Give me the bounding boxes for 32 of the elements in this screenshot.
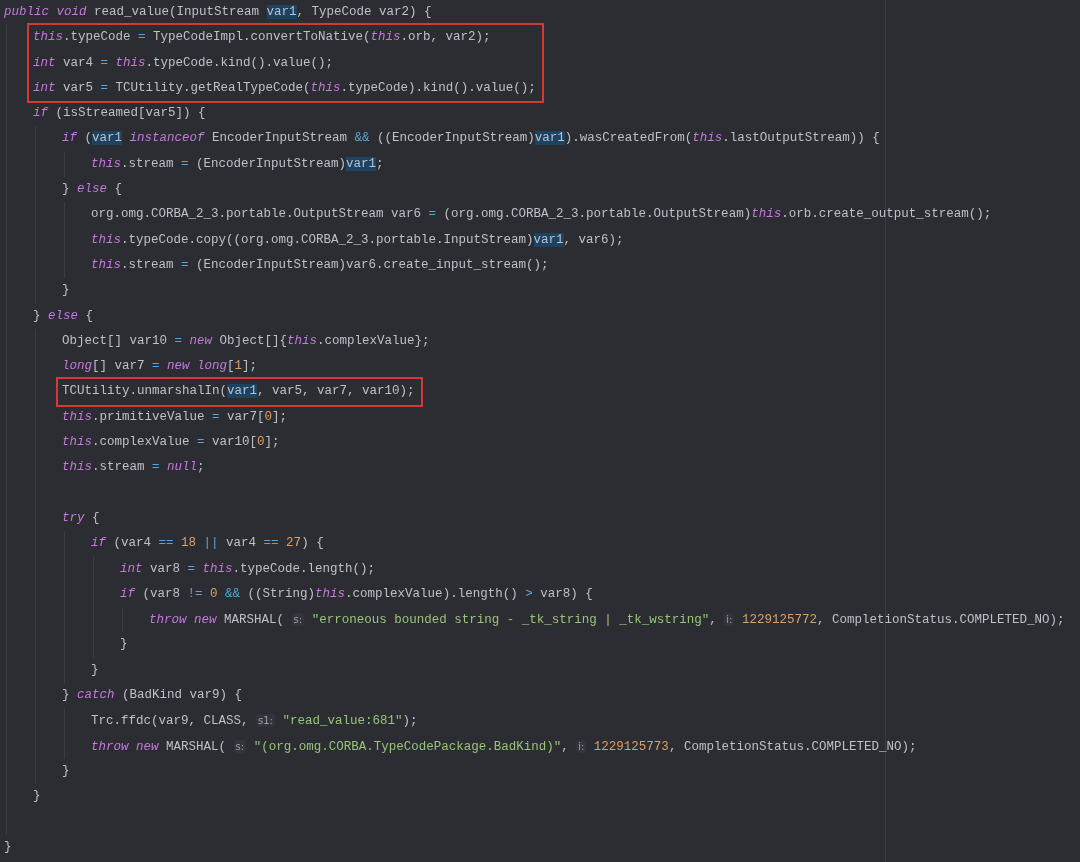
code-line: this.stream = (EncoderInputStream)var1; (91, 155, 384, 173)
code-line: this.typeCode = TypeCodeImpl.convertToNative(this.orb, var2); (33, 29, 491, 47)
code-line: } (33, 788, 41, 806)
code-line: } else { (33, 307, 94, 325)
code-line: int var4 = this.typeCode.kind().value(); (33, 54, 334, 72)
code-line: if (isStreamed[var5]) { (33, 105, 206, 123)
code-line: Object[] var10 = new Object[]{this.complexValue}; (62, 332, 430, 350)
code-line: this.stream = (EncoderInputStream)var6.create_input_stream(); (91, 256, 549, 274)
code-line: } (62, 282, 70, 300)
code-line: } (4, 838, 12, 856)
code-line: Trc.ffdc(var9, CLASS, s1: "read_value:681"); (91, 713, 418, 731)
code-line: } catch (BadKind var9) { (62, 687, 243, 704)
code-line: } else { (62, 181, 123, 199)
code-line: if (var4 == 18 || var4 == 27) { (91, 535, 324, 553)
code-line: public void read_value(InputStream var1, TypeCode var2) { (4, 4, 432, 21)
code-line: if (var8 != 0 && ((String)this.complexValue).length() > var8) { (120, 585, 593, 603)
code-line: org.omg.CORBA_2_3.portable.OutputStream var6 = (org.omg.CORBA_2_3.portable.OutputStream)this.orb.create_output_stream(); (91, 206, 992, 224)
code-line: try { (62, 509, 100, 527)
code-line: this.primitiveValue = var7[0]; (62, 408, 288, 426)
code-line: } (120, 636, 128, 654)
code-line: int var5 = TCUtility.getRealTypeCode(this.typeCode).kind().value(); (33, 79, 536, 97)
code-line: TCUtility.unmarshalIn(var1, var5, var7, var10); (62, 383, 415, 401)
code-line: this.stream = null; (62, 459, 205, 477)
code-line: throw new MARSHAL( s: "erroneous bounded string - _tk_string | _tk_wstring", i: 1229125772, CompletionStatus.COMPLETED_NO); (149, 612, 1065, 630)
code-line: long[] var7 = new long[1]; (62, 358, 258, 376)
code-line: this.typeCode.copy((org.omg.CORBA_2_3.portable.InputStream)var1, var6); (91, 231, 624, 249)
code-line: this.complexValue = var10[0]; (62, 434, 280, 452)
code-line: } (91, 661, 99, 679)
code-line: if (var1 instanceof EncoderInputStream && ((EncoderInputStream)var1).wasCreatedFrom(this.lastOutputStream)) { (62, 130, 880, 148)
code-line: } (62, 762, 70, 780)
code-line: int var8 = this.typeCode.length(); (120, 560, 376, 578)
code-line: throw new MARSHAL( s: "(org.omg.CORBA.TypeCodePackage.BadKind)", i: 1229125773, CompletionStatus.COMPLETED_NO); (91, 738, 917, 756)
